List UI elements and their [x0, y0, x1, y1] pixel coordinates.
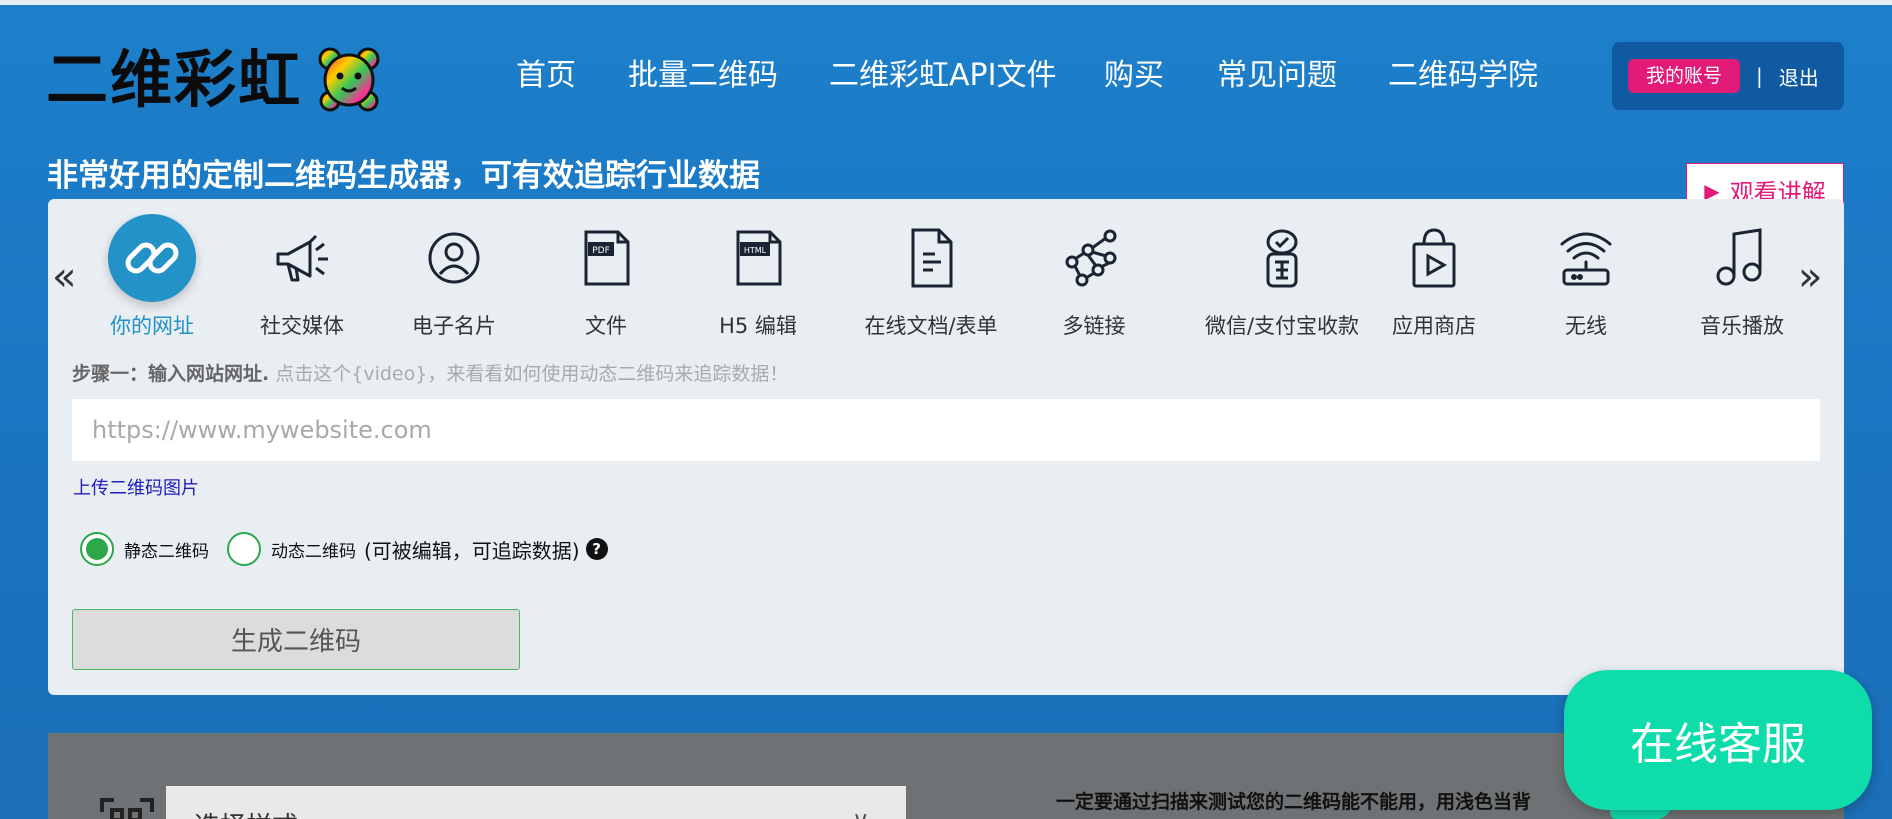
my-account-button[interactable]: 我的账号 — [1628, 59, 1741, 93]
dynamic-qr-extra: (可被编辑，可追踪数据) — [364, 538, 580, 563]
nav-home[interactable]: 首页 — [516, 54, 576, 98]
type-online-doc[interactable]: 在线文档/表单 — [836, 214, 1026, 340]
pdf-badge: PDF — [592, 246, 610, 256]
nav-buy[interactable]: 购买 — [1104, 54, 1164, 98]
static-qr-label[interactable]: 静态二维码 — [124, 537, 209, 562]
type-label: 音乐播放 — [1700, 314, 1784, 338]
music-note-icon — [1698, 214, 1786, 302]
rainbow-bear-icon — [318, 47, 380, 112]
chevron-down-icon: ∨ — [852, 806, 870, 819]
step-one-hint[interactable]: 点击这个{video}，来看看如何使用动态二维码来追踪数据！ — [269, 363, 788, 385]
pdf-icon: PDF — [562, 214, 650, 302]
step-one-text: 步骤一：输入网站网址. 点击这个{video}，来看看如何使用动态二维码来追踪数… — [72, 359, 788, 386]
account-separator: | — [1756, 64, 1763, 88]
type-label: 电子名片 — [412, 314, 496, 338]
type-app-store[interactable]: 应用商店 — [1354, 214, 1514, 340]
type-label: 应用商店 — [1392, 314, 1476, 338]
type-label: 无线 — [1565, 314, 1607, 338]
dynamic-qr-label[interactable]: 动态二维码 — [271, 537, 356, 562]
type-social-media[interactable]: 社交媒体 — [222, 214, 382, 340]
wifi-router-icon — [1542, 214, 1630, 302]
logout-link[interactable]: 退出 — [1779, 62, 1819, 91]
type-payment[interactable]: 微信/支付宝收款 — [1182, 214, 1382, 340]
type-label: 在线文档/表单 — [864, 314, 998, 338]
type-h5[interactable]: HTML H5 编辑 — [678, 214, 838, 340]
type-label: 多链接 — [1062, 314, 1126, 338]
document-icon — [887, 214, 975, 302]
app-store-bag-icon — [1390, 214, 1478, 302]
megaphone-icon — [258, 214, 346, 302]
payment-icon — [1238, 214, 1326, 302]
upload-qr-image-link[interactable]: 上传二维码图片 — [73, 474, 199, 500]
help-question-icon[interactable]: ? — [585, 538, 608, 560]
step-one-title: 步骤一：输入网站网址. — [72, 363, 270, 385]
online-service-button[interactable]: 在线客服 — [1564, 670, 1872, 810]
type-wifi[interactable]: 无线 — [1506, 214, 1666, 340]
type-website[interactable]: 你的网址 — [72, 214, 232, 340]
nav-api-docs[interactable]: 二维彩虹API文件 — [829, 54, 1056, 98]
html-icon: HTML — [714, 214, 802, 302]
qr-type-carousel: 你的网址 社交媒体 电子名片 PDF 文件 HTML H5 编辑 在线文档/表单 — [72, 214, 1802, 344]
type-music[interactable]: 音乐播放 — [1662, 214, 1802, 340]
type-label: H5 编辑 — [719, 314, 797, 338]
logo-text: 二维彩虹 — [46, 43, 303, 116]
logo[interactable]: 二维彩虹 — [46, 44, 380, 116]
type-vcard[interactable]: 电子名片 — [374, 214, 534, 340]
account-box: 我的账号 | 退出 — [1612, 42, 1844, 110]
scan-test-note: 一定要通过扫描来测试您的二维码能不能用，用浅色当背 — [1056, 791, 1532, 813]
html-badge: HTML — [744, 246, 767, 255]
network-icon — [1050, 214, 1138, 302]
nav-faq[interactable]: 常见问题 — [1217, 54, 1337, 98]
website-url-input[interactable] — [72, 399, 1820, 461]
page-tagline: 非常好用的定制二维码生成器，可有效追踪行业数据 — [47, 158, 760, 194]
style-select-label: 选择样式 — [194, 806, 298, 819]
type-label: 文件 — [585, 314, 627, 338]
type-label: 社交媒体 — [260, 314, 344, 338]
static-qr-radio[interactable] — [80, 532, 114, 566]
link-icon — [108, 214, 196, 302]
type-label: 微信/支付宝收款 — [1204, 314, 1360, 338]
nav-batch-qr[interactable]: 批量二维码 — [628, 54, 778, 98]
qr-scan-icon — [100, 798, 154, 819]
type-file[interactable]: PDF 文件 — [526, 214, 686, 340]
user-circle-icon — [410, 214, 498, 302]
radio-selected-dot — [86, 538, 108, 560]
type-label: 你的网址 — [110, 314, 194, 338]
qr-type-radio-group: 静态二维码 动态二维码 (可被编辑，可追踪数据) ? — [80, 532, 608, 566]
generate-qr-button[interactable]: 生成二维码 — [72, 609, 520, 670]
type-multi-link[interactable]: 多链接 — [1014, 214, 1174, 340]
dynamic-qr-radio[interactable] — [227, 532, 261, 566]
nav-academy[interactable]: 二维码学院 — [1388, 54, 1538, 98]
